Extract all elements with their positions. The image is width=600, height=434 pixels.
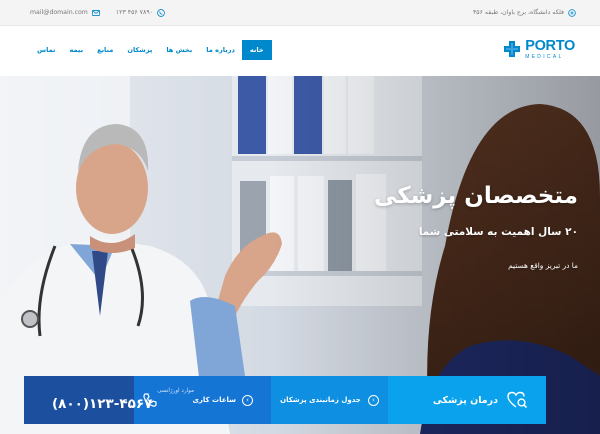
address-contact: فلکه دانشگاه، برج باوان، طبقه ۴۵۶ (472, 8, 576, 17)
logo-subtitle: MEDICAL (525, 53, 564, 60)
nav-item-contact[interactable]: تماس (30, 40, 62, 60)
nav-item-resources[interactable]: منابع (90, 40, 120, 60)
envelope-icon (91, 9, 100, 16)
phone-text[interactable]: ۱۲۳ ۴۵۶ ۷۸۹۰ (116, 9, 153, 16)
logo-name: PORTO (525, 38, 575, 54)
medical-cross-icon (504, 41, 521, 58)
phone-contact[interactable]: ۱۲۳ ۴۵۶ ۷۸۹۰ (116, 8, 165, 17)
header: خانه درباره ما بخش ها پزشکان منابع بیمه … (0, 26, 600, 76)
feature-boxes: موارد اورژانسی (۸۰۰)۱۲۳-۴۵۶۷ ساعات کاری … (24, 376, 576, 424)
emergency-phone[interactable]: (۸۰۰)۱۲۳-۴۵۶۷ (52, 396, 152, 412)
hero-subtitle: ۲۰ سال اهمیت به سلامتی شما (418, 226, 578, 238)
location-icon (568, 8, 576, 17)
heart-search-icon (507, 391, 528, 409)
emergency-label: موارد اورژانسی (157, 388, 194, 394)
medical-treatment-box[interactable]: درمان پزشکی (388, 376, 546, 424)
arrow-left-icon: ‹ (242, 394, 253, 406)
arrow-left-icon: ‹ (367, 394, 379, 406)
main-nav: خانه درباره ما بخش ها پزشکان منابع بیمه … (30, 40, 272, 60)
nav-item-doctors[interactable]: پزشکان (120, 40, 159, 60)
doctors-schedule-box[interactable]: جدول زمانبندی پزشکان ‹ (271, 376, 388, 424)
nav-item-departments[interactable]: بخش ها (159, 40, 199, 60)
nav-item-about[interactable]: درباره ما (199, 40, 242, 60)
logo[interactable]: PORTO MEDICAL (503, 39, 575, 60)
email-contact[interactable]: mail@domain.com (30, 9, 100, 17)
email-text[interactable]: mail@domain.com (30, 9, 88, 16)
address-text: فلکه دانشگاه، برج باوان، طبقه ۴۵۶ (472, 9, 564, 16)
working-hours-label: ساعات کاری (192, 396, 236, 404)
whatsapp-icon (157, 8, 165, 17)
emergency-box[interactable]: موارد اورژانسی (۸۰۰)۱۲۳-۴۵۶۷ (24, 376, 194, 424)
nav-item-insurance[interactable]: بیمه (62, 40, 90, 60)
hero-title: متخصصان پزشکی (373, 183, 578, 209)
working-hours-box[interactable]: ساعات کاری ‹ (134, 376, 271, 424)
top-bar: mail@domain.com ۱۲۳ ۴۵۶ ۷۸۹۰ فلکه دانشگا… (0, 0, 600, 26)
nav-item-home[interactable]: خانه (241, 40, 272, 60)
doctors-schedule-label: جدول زمانبندی پزشکان (280, 396, 361, 404)
hero-text: ما در تبریز واقع هستیم (508, 261, 578, 270)
medical-treatment-label: درمان پزشکی (432, 394, 498, 406)
